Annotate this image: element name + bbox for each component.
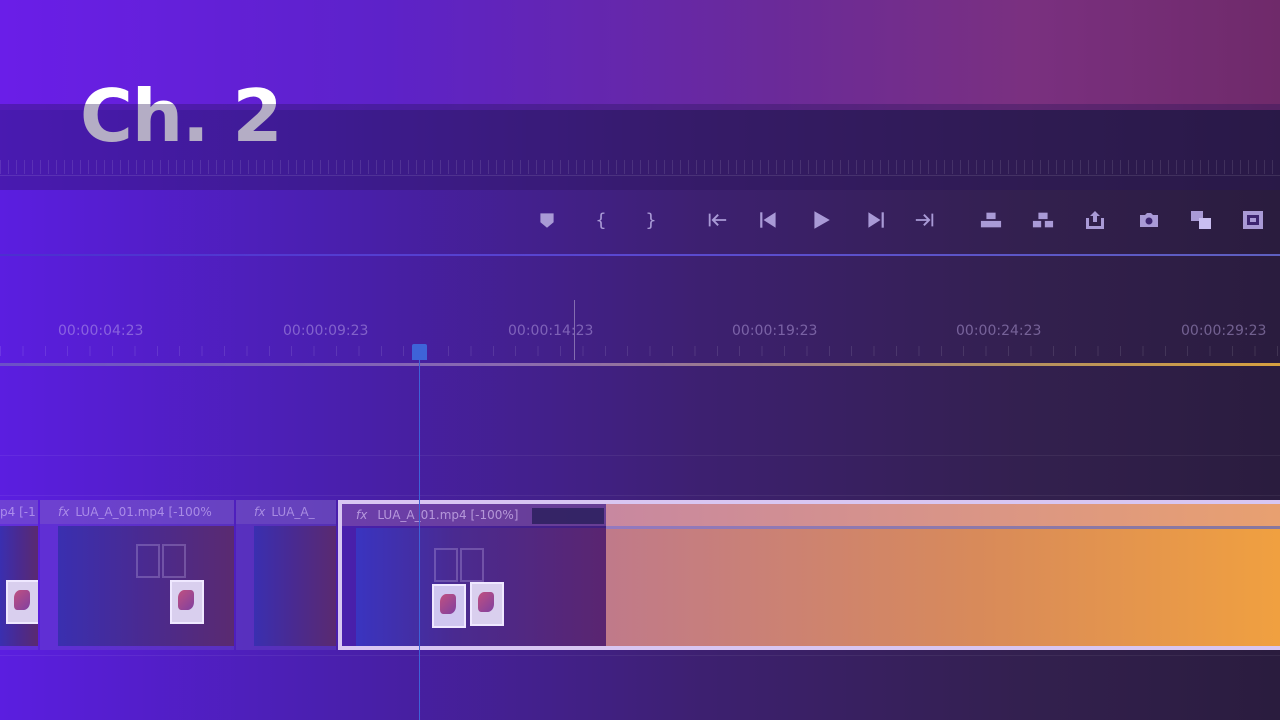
timecode-label: 00:00:24:23: [956, 323, 1042, 339]
clip-label: p4 [-1: [0, 500, 38, 524]
mark-in-button[interactable]: {: [584, 200, 618, 240]
compare-view-button[interactable]: [1184, 200, 1218, 240]
export-button[interactable]: [1078, 200, 1112, 240]
step-back-icon: [760, 212, 776, 228]
clip-thumbnail: [254, 526, 336, 646]
clip-thumbnail: [0, 526, 38, 646]
lift-icon: [980, 212, 1002, 228]
wall-frame: [136, 544, 160, 578]
export-frame-button[interactable]: [1132, 200, 1166, 240]
extract-button[interactable]: [1026, 200, 1060, 240]
ruler-divider: [0, 175, 1280, 176]
wall-frame: [460, 548, 484, 582]
time-ruler[interactable]: [0, 346, 1280, 356]
track-separator: [0, 455, 1280, 456]
timeline-clip[interactable]: fx LUA_A_: [236, 500, 336, 650]
step-back-button[interactable]: [752, 200, 786, 240]
go-to-in-icon: [708, 213, 727, 227]
add-marker-button[interactable]: [530, 200, 564, 240]
play-icon: [814, 211, 830, 229]
export-icon: [1086, 211, 1104, 229]
clip-header-fill: [606, 504, 1280, 526]
monitor-timeline-divider: [0, 254, 1280, 256]
poster-image: [470, 582, 504, 626]
extract-icon: [1032, 212, 1054, 228]
clip-color-fill: [606, 529, 1280, 646]
step-forward-icon: [868, 212, 884, 228]
mark-out-icon: }: [645, 209, 657, 231]
clip-thumbnail: [356, 528, 606, 646]
clip-label-shade: [532, 508, 604, 524]
poster-image: [6, 580, 38, 624]
clip-label: fx LUA_A_: [236, 500, 336, 524]
mark-in-icon: {: [595, 209, 607, 231]
go-to-out-button[interactable]: [908, 200, 942, 240]
timeline-clip[interactable]: p4 [-1: [0, 500, 38, 650]
timecode-label: 00:00:29:23: [1181, 323, 1267, 339]
marker-line: [574, 300, 575, 360]
timecode-label: 00:00:19:23: [732, 323, 818, 339]
timecode-label: 00:00:09:23: [283, 323, 369, 339]
timecode-label: 00:00:14:23: [508, 323, 594, 339]
timecode-label: 00:00:04:23: [58, 323, 144, 339]
go-to-in-button[interactable]: [700, 200, 734, 240]
wall-frame: [434, 548, 458, 582]
add-marker-icon: [540, 213, 554, 228]
compare-icon: [1191, 211, 1211, 229]
go-to-out-icon: [915, 213, 934, 227]
wall-frame: [162, 544, 186, 578]
timeline-clip[interactable]: fx LUA_A_01.mp4 [-100%: [40, 500, 234, 650]
transport-toolbar: { }: [530, 200, 1280, 240]
program-monitor-strip: [0, 104, 1280, 190]
mark-out-button[interactable]: }: [634, 200, 668, 240]
poster-image: [432, 584, 466, 628]
work-area-bar[interactable]: [0, 363, 1280, 366]
poster-image: [170, 580, 204, 624]
track-separator: [0, 495, 1280, 496]
scrub-ruler[interactable]: [0, 160, 1280, 174]
clip-thumbnail: [58, 526, 234, 646]
clip-label: fx LUA_A_01.mp4 [-100%: [40, 500, 234, 524]
lift-button[interactable]: [974, 200, 1008, 240]
playhead-line[interactable]: [419, 356, 420, 720]
track-separator: [0, 655, 1280, 656]
safe-margins-button[interactable]: [1236, 200, 1270, 240]
step-forward-button[interactable]: [858, 200, 892, 240]
safe-margins-icon: [1243, 211, 1263, 229]
camera-icon: [1140, 213, 1158, 227]
selected-timeline-clip[interactable]: fx LUA_A_01.mp4 [-100%]: [338, 500, 1280, 650]
play-button[interactable]: [804, 200, 838, 240]
